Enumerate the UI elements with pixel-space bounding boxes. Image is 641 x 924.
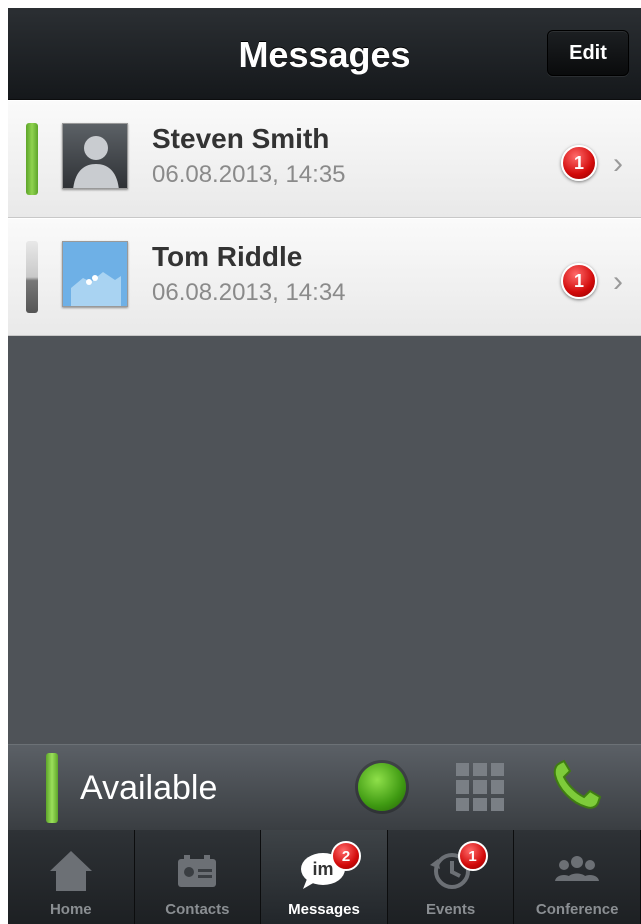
unread-badge: 1: [561, 263, 597, 299]
tab-label: Home: [49, 901, 92, 918]
message-timestamp: 06.08.2013, 14:34: [152, 279, 346, 306]
svg-text:im: im: [312, 859, 333, 879]
home-icon: [44, 845, 98, 895]
tab-contacts[interactable]: Contacts: [134, 830, 262, 924]
nav-header: Messages Edit: [8, 8, 641, 100]
presence-indicator: [46, 753, 58, 823]
tab-label: Conference: [535, 901, 619, 918]
phone-call-icon[interactable]: [546, 755, 608, 817]
tab-home[interactable]: Home: [8, 830, 135, 924]
tab-label: Contacts: [165, 901, 230, 918]
offline-status-indicator: [26, 241, 38, 313]
app-frame: Messages Edit Steven Smith 06.08.2013, 1…: [8, 8, 641, 924]
presence-status-dot-icon[interactable]: [358, 763, 406, 811]
conversation-list: Steven Smith 06.08.2013, 14:35 1 › Tom R…: [8, 100, 641, 336]
chevron-right-icon: ›: [613, 147, 623, 180]
photo-avatar: [62, 241, 128, 307]
presence-bar[interactable]: Available: [8, 744, 641, 830]
history-clock-icon: 1: [424, 841, 488, 895]
events-badge: 1: [457, 841, 488, 871]
im-bubble-icon: im 2: [297, 841, 361, 895]
default-avatar-icon: [62, 123, 128, 189]
dialpad-icon[interactable]: [456, 763, 504, 811]
message-timestamp: 06.08.2013, 14:35: [152, 161, 346, 188]
contact-name: Steven Smith: [152, 123, 330, 154]
conversation-row[interactable]: Steven Smith 06.08.2013, 14:35 1 ›: [8, 100, 641, 218]
conference-people-icon: [550, 845, 604, 895]
chevron-right-icon: ›: [613, 265, 623, 298]
presence-label[interactable]: Available: [80, 769, 217, 808]
online-status-indicator: [26, 123, 38, 195]
conversation-row[interactable]: Tom Riddle 06.08.2013, 14:34 1 ›: [8, 218, 641, 336]
edit-button[interactable]: Edit: [547, 30, 629, 76]
messages-badge: 2: [330, 841, 361, 871]
unread-badge: 1: [561, 145, 597, 181]
tab-messages[interactable]: im 2 Messages: [261, 830, 388, 924]
tab-conference[interactable]: Conference: [514, 830, 641, 924]
tab-label: Messages: [288, 901, 360, 918]
tab-bar: Home Contacts im 2 Messages 1 Events Con…: [8, 830, 641, 924]
tab-label: Events: [425, 901, 476, 918]
tab-events[interactable]: 1 Events: [387, 830, 515, 924]
contacts-card-icon: [170, 845, 224, 895]
contact-name: Tom Riddle: [152, 241, 303, 272]
